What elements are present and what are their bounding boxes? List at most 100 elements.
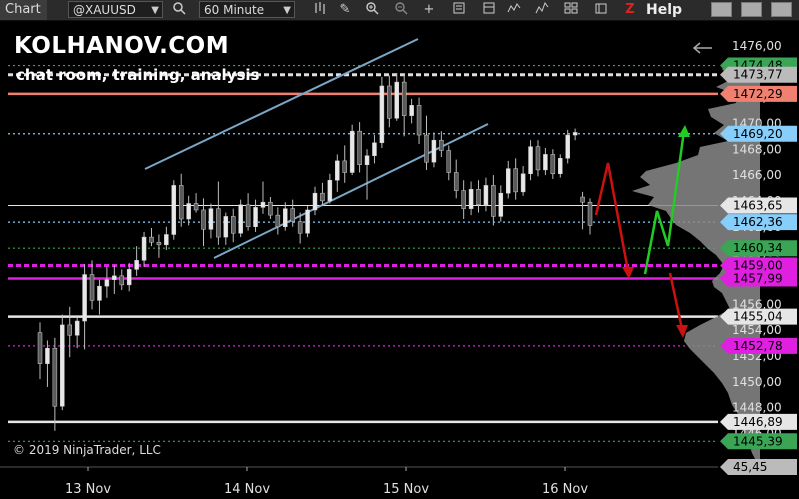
candle [104, 266, 110, 298]
candle-body-up [394, 81, 400, 119]
price-tag-label: 1457,99 [733, 272, 783, 286]
candle-body-up [327, 180, 333, 202]
price-chart[interactable]: 1476,001472,001470,001468,001466,001464,… [0, 21, 799, 499]
price-tag-label: 1463,65 [733, 198, 783, 212]
minimize-button[interactable] [711, 2, 732, 17]
zoom-in-icon[interactable] [363, 1, 381, 19]
price-tag: 1469,20 [720, 125, 797, 142]
candle-body-up [305, 209, 310, 234]
instrument-selector[interactable]: @XAUUSD ▼ [68, 1, 163, 18]
candle [543, 147, 548, 176]
price-tag-label: 1455,04 [733, 310, 783, 324]
candles [37, 73, 593, 431]
price-tag: 45,45 [720, 459, 797, 475]
candle-body-up [468, 189, 474, 209]
candle [52, 337, 58, 431]
bar-type-icon[interactable] [311, 1, 329, 19]
candle [312, 186, 318, 216]
templates-icon[interactable] [562, 1, 580, 19]
candle-body-up [335, 160, 340, 181]
candle-body-down [491, 185, 496, 217]
candle [141, 231, 147, 267]
candle-body-up [483, 185, 489, 206]
candle [119, 269, 125, 291]
candle-body-up [528, 146, 533, 175]
properties-icon[interactable] [450, 1, 468, 19]
help-menu[interactable]: Help [646, 0, 682, 20]
price-tag: 1452,78 [720, 337, 797, 354]
candle-body-up [312, 192, 318, 211]
candle-body-up [283, 208, 288, 228]
candle [572, 128, 578, 141]
price-tag: 1472,29 [720, 85, 797, 102]
date-tick-label: 13 Nov [65, 482, 111, 497]
candle [223, 212, 229, 245]
maximize-button[interactable] [741, 2, 762, 17]
candle-body-down [67, 324, 72, 336]
projection-arrows [594, 125, 690, 338]
price-tag: 1463,65 [720, 197, 797, 214]
red-arrow-head [622, 267, 634, 279]
candle-body-down [461, 190, 466, 209]
chevron-down-icon: ▼ [151, 5, 159, 16]
market-analyzer-icon[interactable] [592, 1, 610, 19]
candle-body-up [112, 275, 117, 280]
price-tick-label: 1448,00 [732, 401, 782, 415]
zoom-out-icon[interactable] [392, 1, 410, 19]
date-axis: 13 Nov 14 Nov 15 Nov 16 Nov [0, 466, 718, 497]
candle-body-down [245, 204, 251, 228]
candle-body-down [424, 134, 429, 163]
back-arrow-icon[interactable] [692, 42, 712, 54]
price-tick-label: 1476,00 [732, 39, 782, 53]
candle-body-down [275, 214, 281, 227]
interval-selector[interactable]: 60 Minute ▼ [199, 1, 295, 18]
interval-label: 60 Minute [204, 3, 265, 17]
candle-body-down [416, 105, 422, 136]
candle [156, 234, 162, 258]
candle [498, 185, 504, 222]
candle [483, 177, 489, 212]
candle-body-up [372, 142, 377, 156]
z-icon[interactable]: Z [621, 1, 639, 19]
drawing-tool-icon[interactable]: ✎ [336, 1, 354, 19]
strategy-icon[interactable] [533, 1, 551, 19]
candle-body-up [364, 155, 370, 165]
candle [394, 73, 400, 121]
chevron-down-icon: ▼ [283, 5, 291, 16]
candle [193, 193, 199, 213]
date-tick-label: 15 Nov [383, 482, 429, 497]
candle-body-down [201, 209, 206, 230]
candle-body-up [82, 274, 87, 322]
candle [468, 181, 474, 216]
candle [45, 340, 50, 387]
candle-body-up [186, 203, 191, 220]
data-box-icon[interactable] [480, 1, 498, 19]
candle-body-down [52, 347, 58, 407]
search-icon[interactable] [170, 1, 188, 19]
candle-body-down [401, 81, 407, 116]
candle [439, 131, 444, 157]
tab-chart[interactable]: Chart [0, 0, 47, 20]
candle [505, 160, 511, 199]
candle-body-down [290, 208, 295, 222]
candle-body-up [134, 260, 139, 270]
candle [461, 180, 466, 219]
close-button[interactable] [771, 2, 792, 17]
candle [230, 208, 236, 243]
price-tag: 1462,36 [720, 214, 797, 231]
price-tick-label: 1468,00 [732, 142, 782, 156]
candle [550, 149, 556, 179]
candle [268, 197, 273, 219]
candle [476, 180, 481, 213]
candle [520, 166, 526, 196]
indicators-icon[interactable] [505, 1, 523, 19]
red-projection-path [594, 162, 630, 272]
candle-body-up [349, 130, 355, 173]
crosshair-icon[interactable]: + [420, 1, 438, 19]
candle-body-down [439, 139, 444, 151]
candle-body-down [453, 172, 459, 191]
candle [178, 173, 184, 227]
candle [74, 317, 80, 349]
candle-body-down [216, 208, 221, 238]
date-tick-label: 16 Nov [542, 482, 588, 497]
